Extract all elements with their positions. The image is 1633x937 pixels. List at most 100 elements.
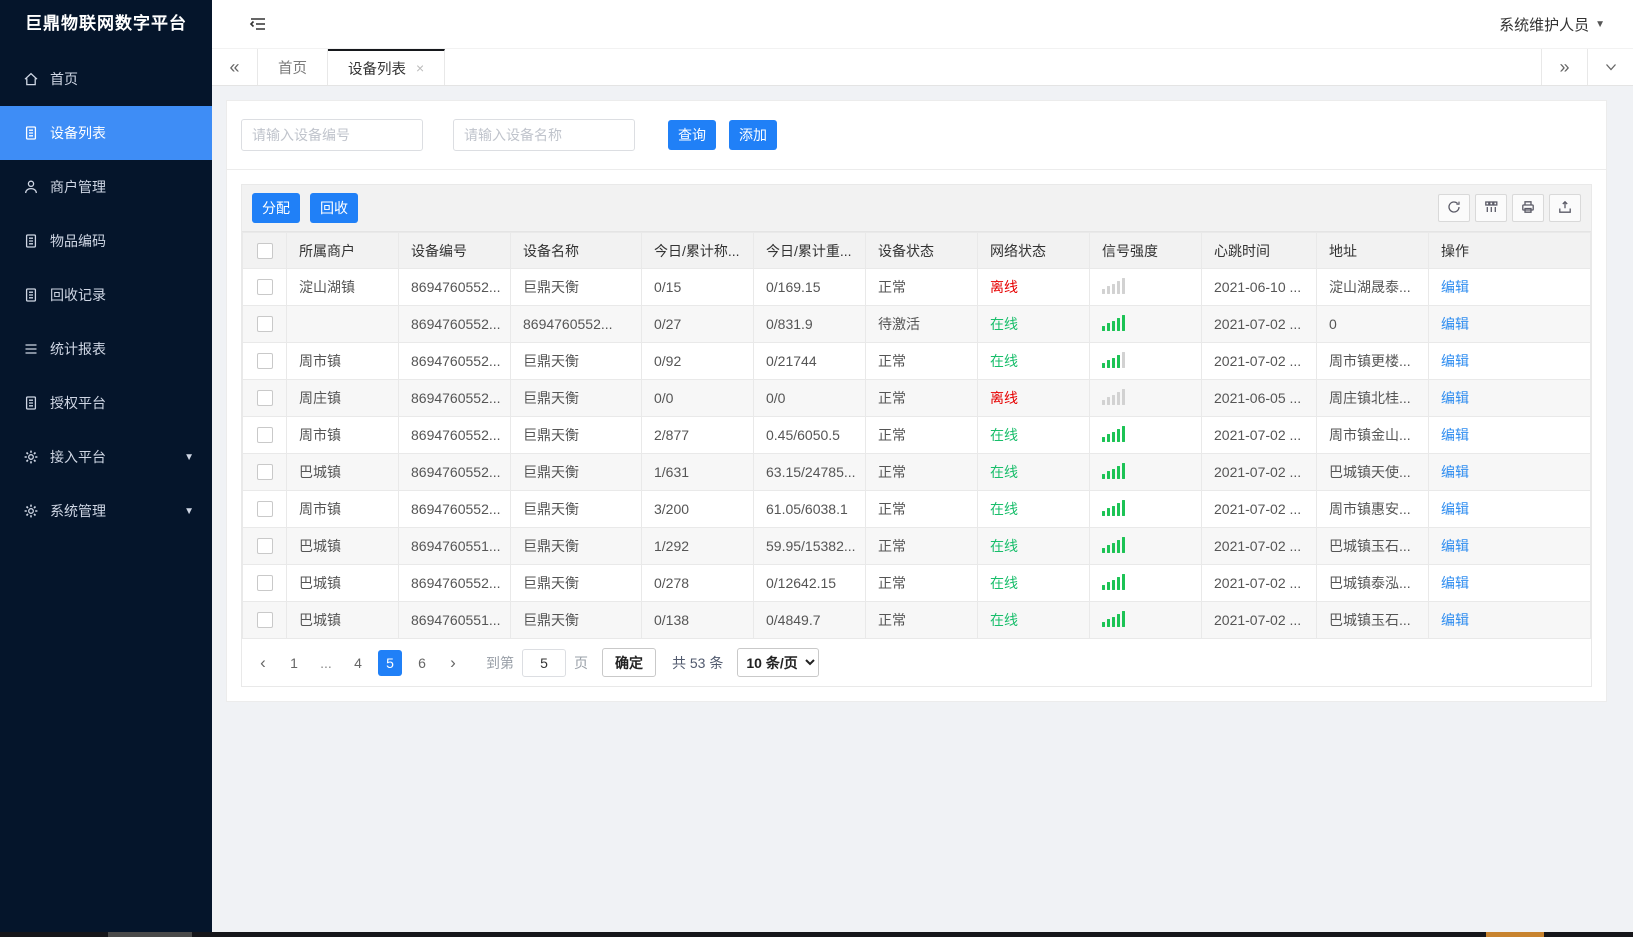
user-icon [22,178,40,196]
signal-cell [1089,490,1202,528]
address-cell: 周市镇惠安... [1316,490,1429,528]
assign-button[interactable]: 分配 [252,193,300,223]
heartbeat-cell: 2021-07-02 ... [1201,601,1317,639]
user-menu[interactable]: 系统维护人员 ▼ [1499,14,1605,35]
row-checkbox[interactable] [256,464,273,480]
device-name-cell: 巨鼎天衡 [510,342,642,380]
taskbar-edge [0,932,1633,937]
total-count-label: 共 53 条 [672,654,724,671]
print-button[interactable] [1512,194,1544,222]
page-number-4[interactable]: 4 [346,650,370,676]
device-name-input[interactable] [453,119,635,151]
edit-link[interactable]: 编辑 [1441,353,1469,369]
export-button[interactable] [1549,194,1581,222]
table-row: 巴城镇 8694760551... 巨鼎天衡 1/292 59.95/15382... 正… [242,527,1591,565]
merchant-cell [286,305,399,343]
refresh-button[interactable] [1438,194,1470,222]
signal-bars [1102,462,1125,479]
device-list-card: 查询 添加 分配 回收 所属商户设备编号设备名称今日/累 [226,100,1607,702]
sidebar-item-gear-接入平台[interactable]: 接入平台 ▼ [0,430,212,484]
column-header: 设备名称 [510,232,642,269]
signal-cell [1089,601,1202,639]
sidebar-item-doc-授权平台[interactable]: 授权平台 [0,376,212,430]
device-no-cell: 8694760551... [398,601,511,639]
row-checkbox[interactable] [256,501,273,517]
today-weight-cell: 0/21744 [753,342,866,380]
sidebar: 巨鼎物联网数字平台 首页 设备列表 商户管理 物品编码 回收记录 统计报表 授权平台 接入平台… [0,0,212,932]
recycle-button[interactable]: 回收 [310,193,358,223]
select-all-checkbox[interactable] [256,242,273,259]
device-no-cell: 8694760552... [398,342,511,380]
edit-link[interactable]: 编辑 [1441,279,1469,295]
action-cell: 编辑 [1428,416,1591,454]
row-select-cell [242,527,287,565]
today-count-cell: 0/0 [641,379,754,417]
sidebar-item-home-首页[interactable]: 首页 [0,52,212,106]
network-status-cell: 离线 [977,379,1090,417]
next-page-button[interactable]: › [442,653,464,673]
edit-link[interactable]: 编辑 [1441,501,1469,517]
close-icon[interactable]: × [416,60,424,76]
row-select-cell [242,379,287,417]
columns-button[interactable] [1475,194,1507,222]
device-no-cell: 8694760552... [398,379,511,417]
device-no-cell: 8694760551... [398,527,511,565]
table-header-row: 所属商户 设备编号 设备名称 今日/累计称... 今日/累计重... 设备状态 网络状态 信号… [242,232,1591,269]
edit-link[interactable]: 编辑 [1441,575,1469,591]
search-row: 查询 添加 [227,101,1606,169]
edit-link[interactable]: 编辑 [1441,390,1469,406]
page-number-1[interactable]: 1 [282,650,306,676]
device-no-cell: 8694760552... [398,305,511,343]
pagination: ‹ 1... 456 › 到第 页 确定 共 53 条 10 条/页 [242,639,1591,686]
merchant-cell: 周庄镇 [286,379,399,417]
tab-设备列表[interactable]: 设备列表 × [328,49,446,85]
device-name-cell: 巨鼎天衡 [510,379,642,417]
query-button[interactable]: 查询 [668,120,716,150]
row-checkbox[interactable] [256,427,273,443]
signal-cell [1089,527,1202,565]
network-status-cell: 在线 [977,527,1090,565]
tabs-menu-button[interactable] [1587,49,1633,85]
goto-page-input[interactable] [522,648,566,677]
device-status-cell: 正常 [865,379,978,417]
tabs-scroll-left-button[interactable]: « [212,49,258,85]
today-weight-cell: 0.45/6050.5 [753,416,866,454]
device-number-input[interactable] [241,119,423,151]
page-number-5[interactable]: 5 [378,649,402,676]
sidebar-item-doc-设备列表[interactable]: 设备列表 [0,106,212,160]
row-checkbox[interactable] [256,353,273,369]
today-weight-cell: 59.95/15382... [753,527,866,565]
add-button[interactable]: 添加 [729,120,777,150]
today-weight-cell: 0/831.9 [753,305,866,343]
sidebar-item-doc-回收记录[interactable]: 回收记录 [0,268,212,322]
sidebar-item-doc-物品编码[interactable]: 物品编码 [0,214,212,268]
tabs-scroll-right-button[interactable]: » [1541,49,1587,85]
tab-首页[interactable]: 首页 [258,49,328,85]
page-unit-label: 页 [574,654,588,671]
page-number-6[interactable]: 6 [410,650,434,676]
edit-link[interactable]: 编辑 [1441,464,1469,480]
sidebar-item-gear-系统管理[interactable]: 系统管理 ▼ [0,484,212,538]
caret-down-icon: ▼ [184,505,194,517]
page-size-select[interactable]: 10 条/页 [737,648,820,677]
row-checkbox[interactable] [256,279,273,295]
goto-confirm-button[interactable]: 确定 [602,648,656,677]
edit-link[interactable]: 编辑 [1441,316,1469,332]
grid-tool-icons [1438,194,1581,222]
edit-link[interactable]: 编辑 [1441,538,1469,554]
row-checkbox[interactable] [256,538,273,554]
heartbeat-cell: 2021-06-10 ... [1201,268,1317,306]
sidebar-item-list-统计报表[interactable]: 统计报表 [0,322,212,376]
edit-link[interactable]: 编辑 [1441,427,1469,443]
table-body: 淀山湖镇 8694760552... 巨鼎天衡 0/15 0/169.15 正常 离线 202… [242,268,1591,639]
row-checkbox[interactable] [256,612,273,628]
sidebar-item-user-商户管理[interactable]: 商户管理 [0,160,212,214]
row-checkbox[interactable] [256,390,273,406]
edit-link[interactable]: 编辑 [1441,612,1469,628]
row-checkbox[interactable] [256,316,273,332]
today-count-cell: 1/631 [641,453,754,491]
sidebar-fold-icon[interactable] [248,14,268,34]
row-checkbox[interactable] [256,575,273,591]
tab-label: 设备列表 [348,61,406,78]
prev-page-button[interactable]: ‹ [252,653,274,673]
